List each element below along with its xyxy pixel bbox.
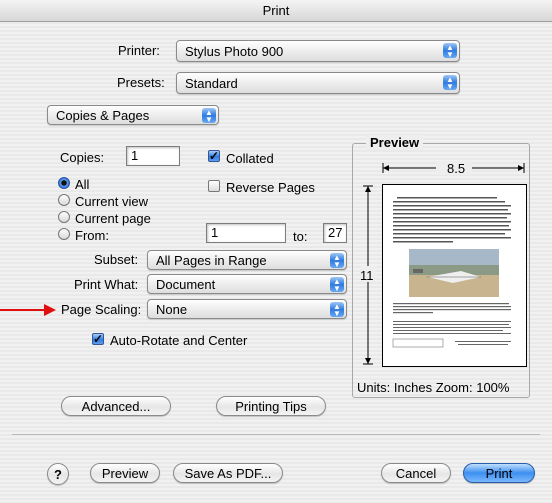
popup-arrows-icon: ▲ ▼	[330, 253, 344, 268]
print-what-popup[interactable]: Document ▲ ▼	[147, 274, 347, 294]
radio-current-view[interactable]	[58, 194, 70, 206]
preview-button[interactable]: Preview	[90, 463, 160, 483]
printer-value: Stylus Photo 900	[185, 44, 284, 59]
height-label: 11	[360, 268, 374, 283]
radio-current-page[interactable]	[58, 211, 70, 223]
window-title: Print	[262, 3, 290, 18]
radio-all-label: All	[75, 177, 90, 192]
reverse-pages-checkbox[interactable]	[208, 180, 220, 192]
page-scaling-popup[interactable]: None ▲ ▼	[147, 299, 347, 319]
panel-popup[interactable]: Copies & Pages ▲ ▼	[47, 105, 219, 125]
popup-arrows-icon: ▲ ▼	[330, 302, 344, 317]
preview-page-content	[392, 197, 511, 348]
cancel-button[interactable]: Cancel	[381, 463, 451, 483]
presets-popup[interactable]: Standard ▲ ▼	[176, 72, 460, 94]
presets-value: Standard	[185, 76, 238, 91]
panel-value: Copies & Pages	[56, 108, 150, 123]
popup-arrows-icon: ▲ ▼	[330, 277, 344, 292]
page-scaling-value: None	[156, 302, 188, 317]
subset-label: Subset:	[94, 252, 139, 267]
red-arrow-icon	[0, 304, 56, 316]
auto-rotate-checkbox[interactable]: ✓	[92, 333, 104, 345]
print-what-label: Print What:	[74, 277, 139, 292]
collated-checkbox[interactable]: ✓	[208, 150, 220, 162]
collated-label: Collated	[226, 151, 274, 166]
preview-title: Preview	[366, 135, 424, 150]
from-page-field[interactable]: 1	[206, 223, 286, 243]
page-scaling-label: Page Scaling:	[61, 302, 142, 317]
to-page-field[interactable]: 27	[323, 223, 347, 243]
printer-label: Printer:	[118, 43, 160, 58]
popup-arrows-icon: ▲ ▼	[202, 108, 216, 123]
save-as-pdf-button[interactable]: Save As PDF...	[173, 463, 283, 483]
radio-all[interactable]	[58, 177, 70, 189]
advanced-button[interactable]: Advanced...	[61, 396, 171, 416]
print-what-value: Document	[156, 277, 216, 292]
subset-popup[interactable]: All Pages in Range ▲ ▼	[147, 250, 347, 270]
presets-label: Presets:	[117, 75, 165, 90]
subset-value: All Pages in Range	[156, 253, 267, 268]
radio-current-page-label: Current page	[75, 211, 151, 226]
width-label: 8.5	[447, 161, 466, 176]
popup-arrows-icon: ▲ ▼	[443, 43, 457, 58]
printer-popup[interactable]: Stylus Photo 900 ▲ ▼	[176, 40, 460, 62]
radio-current-view-label: Current view	[75, 194, 148, 209]
popup-arrows-icon: ▲ ▼	[443, 75, 457, 90]
window-titlebar: Print	[0, 0, 552, 22]
radio-from-label: From:	[75, 228, 109, 243]
units-zoom-text: Units: Inches Zoom: 100%	[357, 380, 510, 395]
auto-rotate-label: Auto-Rotate and Center	[110, 333, 248, 348]
reverse-pages-label: Reverse Pages	[226, 180, 315, 195]
radio-from[interactable]	[58, 228, 70, 240]
copies-field[interactable]: 1	[126, 146, 180, 166]
print-button[interactable]: Print	[463, 463, 535, 483]
to-label: to:	[293, 229, 308, 244]
preview-page	[382, 184, 527, 367]
help-button[interactable]: ?	[47, 463, 69, 485]
copies-label: Copies:	[60, 150, 105, 165]
printing-tips-button[interactable]: Printing Tips	[216, 396, 326, 416]
divider	[12, 434, 540, 435]
